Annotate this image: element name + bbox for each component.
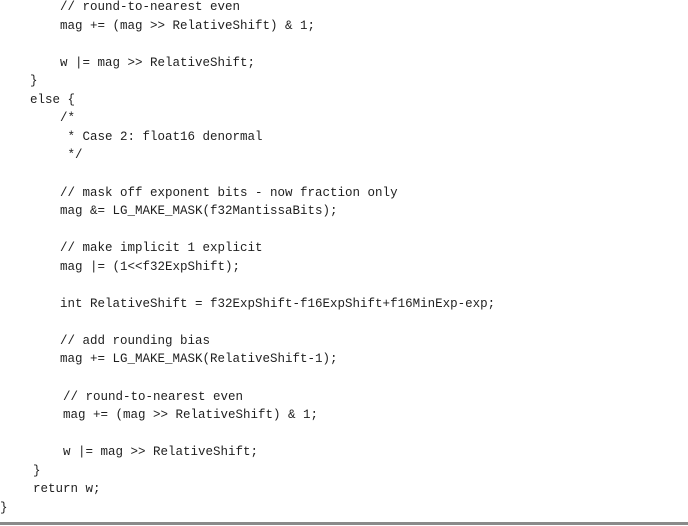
code-line: int RelativeShift = f32ExpShift-f16ExpSh… bbox=[0, 296, 496, 311]
code-line: mag += (mag >> RelativeShift) & 1; bbox=[0, 18, 316, 33]
code-line: * Case 2: float16 denormal bbox=[0, 129, 263, 144]
code-line: w |= mag >> RelativeShift; bbox=[3, 445, 259, 460]
code-line: // add rounding bias bbox=[0, 333, 211, 348]
code-line: w |= mag >> RelativeShift; bbox=[0, 55, 256, 70]
code-line: else { bbox=[0, 92, 76, 107]
code-line: } bbox=[0, 500, 8, 515]
code-line: mag &= LG_MAKE_MASK(f32MantissaBits); bbox=[0, 204, 338, 219]
code-line: // round-to-nearest even bbox=[0, 0, 241, 14]
code-line: // mask off exponent bits - now fraction… bbox=[0, 185, 398, 200]
code-line: mag += (mag >> RelativeShift) & 1; bbox=[3, 408, 319, 423]
bottom-divider bbox=[0, 522, 688, 525]
code-line: /* bbox=[0, 111, 76, 126]
code-line: } bbox=[0, 74, 38, 89]
code-line: // round-to-nearest even bbox=[3, 389, 244, 404]
code-line: */ bbox=[0, 148, 83, 163]
code-line: return w; bbox=[3, 482, 101, 497]
code-line: // make implicit 1 explicit bbox=[0, 241, 263, 256]
code-line: mag |= (1<<f32ExpShift); bbox=[0, 259, 241, 274]
code-line: mag += LG_MAKE_MASK(RelativeShift-1); bbox=[0, 352, 338, 367]
code-line: } bbox=[3, 463, 41, 478]
